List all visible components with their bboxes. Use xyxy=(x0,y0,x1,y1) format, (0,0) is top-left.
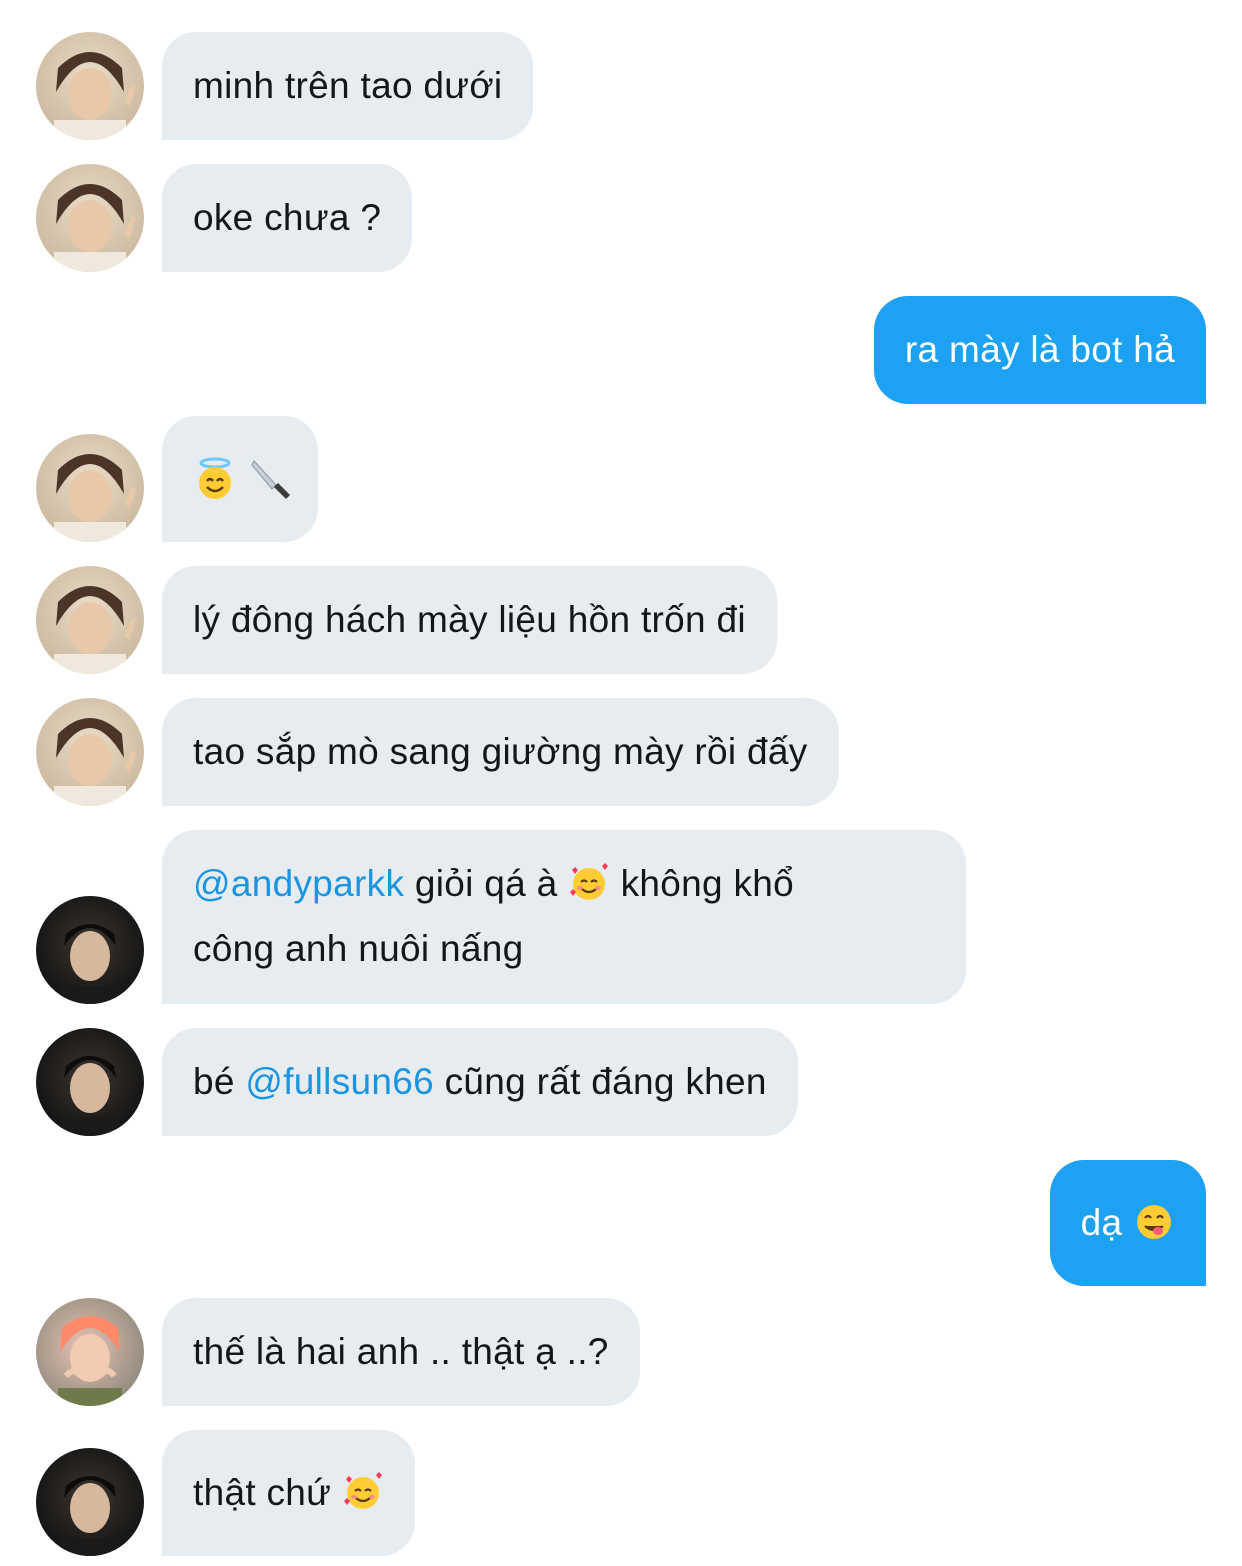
avatar[interactable] xyxy=(36,698,144,806)
mention-link[interactable]: @fullsun66 xyxy=(245,1061,434,1102)
message-bubble[interactable]: bé @fullsun66 cũng rất đáng khen xyxy=(162,1028,798,1136)
message-bubble[interactable]: minh trên tao dưới xyxy=(162,32,534,140)
message-text: thế là hai anh .. thật ạ ..? xyxy=(193,1331,609,1372)
message-text: dạ xyxy=(1080,1202,1133,1243)
avatar[interactable] xyxy=(36,1298,144,1406)
message-text: thật chứ xyxy=(193,1472,342,1513)
avatar[interactable] xyxy=(36,164,144,272)
avatar[interactable] xyxy=(36,896,144,1004)
message-bubble[interactable] xyxy=(162,416,318,542)
yum-emoji xyxy=(1133,1201,1175,1259)
halo-smile-emoji xyxy=(193,457,237,517)
message-bubble-outgoing[interactable]: ra mày là bot hả xyxy=(873,296,1206,404)
message-text: bé xyxy=(193,1061,246,1102)
avatar[interactable] xyxy=(36,32,144,140)
knife-emoji xyxy=(248,457,292,517)
message-bubble-outgoing[interactable]: dạ xyxy=(1049,1160,1206,1286)
message-line: công anh nuôi nấng xyxy=(193,928,524,969)
avatar[interactable] xyxy=(36,566,144,674)
smiling-hearts-emoji xyxy=(342,1471,384,1529)
message-bubble[interactable]: thật chứ xyxy=(162,1430,415,1556)
message-text: giỏi qá à xyxy=(404,863,569,904)
message-text: tao sắp mò sang giường mày rồi đấy xyxy=(193,731,808,772)
message-bubble[interactable]: @andyparkk giỏi qá à không khổ công anh … xyxy=(162,830,966,1004)
message-text: lý đông hách mày liệu hồn trốn đi xyxy=(193,599,746,640)
smiling-hearts-emoji xyxy=(568,862,610,920)
message-text: cũng rất đáng khen xyxy=(434,1061,767,1102)
avatar[interactable] xyxy=(36,434,144,542)
mention-link[interactable]: @andyparkk xyxy=(193,863,404,904)
message-bubble[interactable]: oke chưa ? xyxy=(162,164,413,272)
message-line: @andyparkk giỏi qá à không khổ xyxy=(193,855,935,920)
message-text: không khổ xyxy=(610,863,795,904)
message-text: minh trên tao dưới xyxy=(193,65,503,106)
message-bubble[interactable]: thế là hai anh .. thật ạ ..? xyxy=(162,1298,640,1406)
message-bubble[interactable]: lý đông hách mày liệu hồn trốn đi xyxy=(162,566,777,674)
message-text: ra mày là bot hả xyxy=(904,329,1175,370)
avatar[interactable] xyxy=(36,1448,144,1556)
avatar[interactable] xyxy=(36,1028,144,1136)
message-bubble[interactable]: tao sắp mò sang giường mày rồi đấy xyxy=(162,698,839,806)
message-text: oke chưa ? xyxy=(193,197,382,238)
